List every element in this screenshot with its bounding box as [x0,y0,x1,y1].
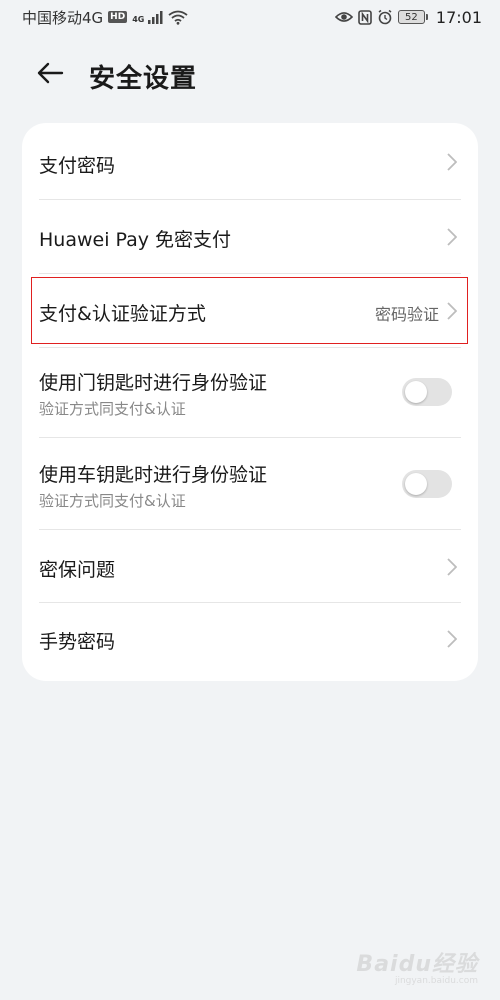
chevron-right-icon [445,227,459,247]
settings-item-label: 密保问题 [39,559,116,581]
toggle-knob [405,473,427,495]
settings-item-value: 密码验证 [374,305,439,324]
settings-item-label: 使用门钥匙时进行身份验证 [39,372,268,394]
toggle-knob [405,381,427,403]
settings-item-car-key-auth: 使用车钥匙时进行身份验证 验证方式同支付&认证 [22,438,478,530]
settings-item-label: Huawei Pay 免密支付 [39,229,232,251]
status-bar: 中国移动4G HD 4G 52 17:01 [0,0,500,34]
settings-item-label: 支付&认证验证方式 [39,303,206,325]
settings-item-label: 使用车钥匙时进行身份验证 [39,464,268,486]
clock: 17:01 [435,7,482,27]
settings-item-gesture-password[interactable]: 手势密码 [22,603,478,681]
status-bar-left: 中国移动4G HD 4G [22,7,188,28]
battery-level: 52 [405,11,418,23]
settings-item-sublabel: 验证方式同支付&认证 [39,400,186,418]
settings-item-huawei-pay[interactable]: Huawei Pay 免密支付 [22,200,478,274]
app-header: 安全设置 [0,44,500,104]
settings-item-security-question[interactable]: 密保问题 [22,530,478,603]
settings-item-label: 手势密码 [39,631,116,653]
chevron-right-icon [445,557,459,577]
hd-badge: HD [108,11,128,23]
nfc-icon [358,9,372,25]
door-key-auth-toggle[interactable] [402,378,452,406]
chevron-right-icon [445,629,459,649]
back-button[interactable] [30,56,70,90]
settings-item-door-key-auth: 使用门钥匙时进行身份验证 验证方式同支付&认证 [22,348,478,438]
car-key-auth-toggle[interactable] [402,470,452,498]
chevron-right-icon [445,152,459,172]
settings-item-auth-method[interactable]: 支付&认证验证方式 密码验证 [22,274,478,348]
settings-item-label: 支付密码 [39,155,116,177]
network-type-label: 4G [132,14,145,24]
eye-icon [334,12,353,22]
chevron-right-icon [445,301,459,321]
security-settings-screen: 中国移动4G HD 4G 52 17:01 安全设置 支付密码 Huawei P… [0,0,500,1000]
watermark-url: jingyan.baidu.com [394,976,478,986]
page-title: 安全设置 [89,64,198,94]
settings-item-sublabel: 验证方式同支付&认证 [39,492,186,510]
signal-icon [148,11,163,24]
carrier-label: 中国移动4G [22,8,104,27]
arrow-left-icon [37,62,64,84]
watermark-logo-text: Baidu经验 [356,952,478,977]
status-bar-right: 52 17:01 [334,7,482,27]
wifi-icon [168,10,188,25]
settings-card: 支付密码 Huawei Pay 免密支付 支付&认证验证方式 密码验证 使用门钥… [22,123,478,681]
baidu-watermark: Baidu经验 jingyan.baidu.com [356,946,478,986]
battery-icon: 52 [397,10,428,24]
alarm-icon [378,9,392,25]
settings-item-payment-password[interactable]: 支付密码 [22,123,478,200]
